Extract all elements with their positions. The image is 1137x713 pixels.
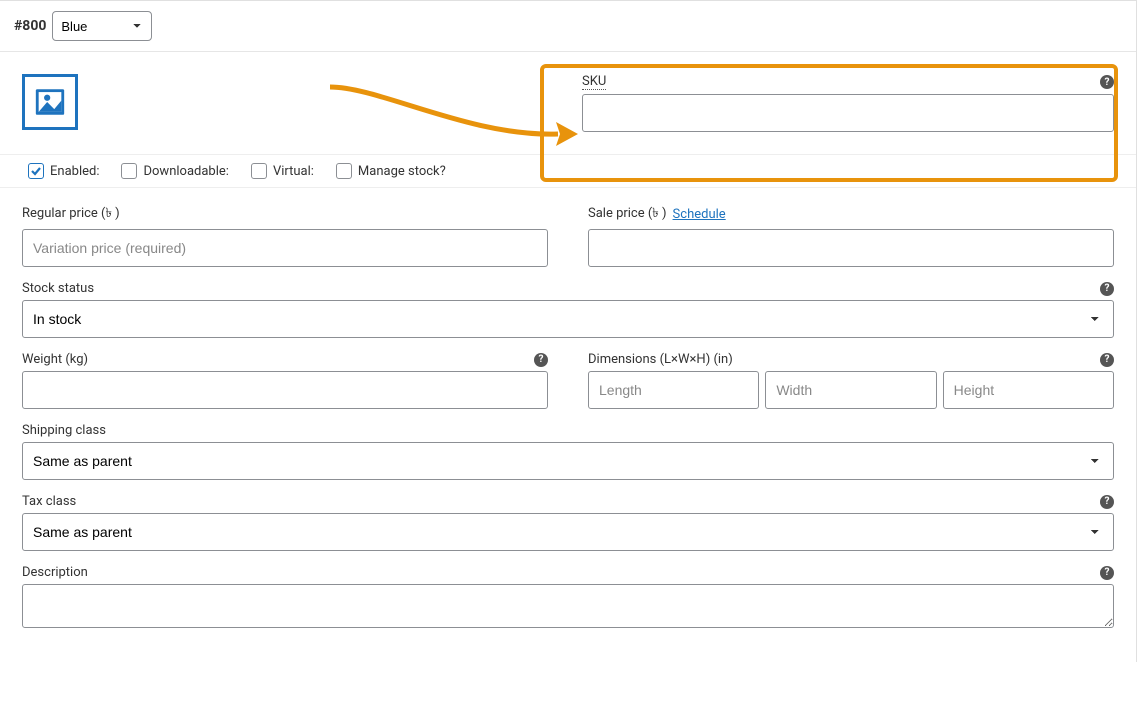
enabled-checkbox[interactable]: Enabled:: [28, 163, 99, 179]
stock-status-select[interactable]: In stock: [22, 300, 1114, 338]
variation-attribute-select[interactable]: Blue: [52, 11, 152, 41]
length-input[interactable]: [588, 371, 759, 409]
help-icon[interactable]: ?: [1100, 282, 1114, 296]
variation-id: #800: [14, 18, 46, 34]
manage-stock-checkbox[interactable]: Manage stock?: [336, 163, 446, 179]
sale-price-input[interactable]: [588, 229, 1114, 267]
virtual-label: Virtual:: [273, 164, 314, 179]
shipping-class-label: Shipping class: [22, 423, 106, 438]
regular-price-input[interactable]: [22, 229, 548, 267]
virtual-checkbox[interactable]: Virtual:: [251, 163, 314, 179]
regular-price-label: Regular price (৳ ): [22, 204, 120, 225]
dimensions-label: Dimensions (L×W×H) (in): [588, 352, 733, 367]
enabled-label: Enabled:: [50, 164, 99, 179]
description-label: Description: [22, 565, 88, 580]
tax-class-select[interactable]: Same as parent: [22, 513, 1114, 551]
downloadable-checkbox[interactable]: Downloadable:: [121, 163, 228, 179]
help-icon[interactable]: ?: [1100, 566, 1114, 580]
stock-status-label: Stock status: [22, 281, 94, 296]
image-icon: [33, 85, 67, 119]
help-icon[interactable]: ?: [1100, 353, 1114, 367]
width-input[interactable]: [765, 371, 936, 409]
help-icon[interactable]: ?: [1100, 75, 1114, 89]
help-icon[interactable]: ?: [534, 353, 548, 367]
sku-input[interactable]: [582, 94, 1114, 132]
weight-input[interactable]: [22, 371, 548, 409]
sale-price-label: Sale price (৳ ): [588, 204, 667, 225]
tax-class-label: Tax class: [22, 494, 76, 509]
variation-image-placeholder[interactable]: [22, 74, 78, 130]
height-input[interactable]: [943, 371, 1114, 409]
manage-stock-label: Manage stock?: [358, 164, 446, 179]
schedule-link[interactable]: Schedule: [673, 207, 726, 222]
description-textarea[interactable]: [22, 584, 1114, 628]
shipping-class-select[interactable]: Same as parent: [22, 442, 1114, 480]
downloadable-label: Downloadable:: [143, 164, 228, 179]
sku-label: SKU: [582, 74, 606, 90]
weight-label: Weight (kg): [22, 352, 88, 367]
help-icon[interactable]: ?: [1100, 495, 1114, 509]
